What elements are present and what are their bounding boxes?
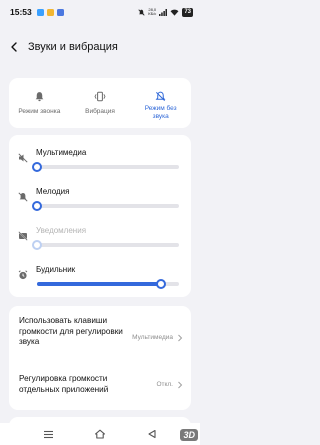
wifi-icon <box>170 9 179 16</box>
volume-card: Мультимедиа Мелодия Уведомления Будильни… <box>9 135 191 297</box>
home-button[interactable] <box>93 427 107 441</box>
notification-app-icon <box>36 8 44 16</box>
volume-row-alarm: Будильник <box>9 254 191 294</box>
menu-icon <box>43 430 53 438</box>
app-volume-value: Откл. <box>156 381 173 388</box>
volume-row-ringtone: Мелодия <box>9 176 191 216</box>
mode-vibration[interactable]: Вибрация <box>70 78 131 128</box>
header: Звуки и вибрация <box>0 34 200 60</box>
slider-handle[interactable] <box>32 201 42 211</box>
notification-app-icon <box>46 8 54 16</box>
status-right: 28,0 КБ/с 73 <box>138 7 193 17</box>
app-volume-label: Регулировка громкости отдельных приложен… <box>19 374 109 394</box>
volume-slider-alarm[interactable] <box>37 279 179 289</box>
volume-label-alarm: Будильник <box>36 265 76 274</box>
status-time: 15:53 <box>10 7 32 17</box>
chevron-left-icon <box>11 42 17 52</box>
volume-row-media: Мультимедиа <box>9 137 191 177</box>
bell-icon <box>32 89 46 103</box>
notification-app-icon <box>56 8 64 16</box>
volume-label-media: Мультимедиа <box>36 148 87 157</box>
network-speed: 28,0 КБ/с <box>148 7 157 16</box>
home-icon <box>94 429 106 439</box>
status-left: 15:53 <box>10 7 64 17</box>
chevron-right-icon <box>178 381 183 389</box>
slider-handle[interactable] <box>155 279 166 289</box>
back-button[interactable] <box>0 34 28 60</box>
slider-handle[interactable] <box>32 162 42 172</box>
signal-icon <box>159 8 168 16</box>
volume-label-notifications: Уведомления <box>36 226 87 235</box>
volume-keys-label: Использовать клавиши громкости для регул… <box>19 316 123 346</box>
battery-indicator: 73 <box>182 7 193 17</box>
speaker-muted-icon <box>18 153 28 163</box>
menu-button[interactable] <box>41 427 55 441</box>
watermark-text: 3D <box>180 429 198 441</box>
volume-label-ringtone: Мелодия <box>36 187 70 196</box>
bell-muted-icon <box>154 89 168 103</box>
settings-row-volume-keys[interactable]: Использовать клавиши громкости для регул… <box>9 306 191 370</box>
volume-fill <box>37 282 161 286</box>
mode-ring[interactable]: Режим звонка <box>9 78 70 128</box>
mode-ring-label: Режим звонка <box>18 108 61 115</box>
settings-row-app-volume[interactable]: Регулировка громкости отдельных приложен… <box>9 370 191 410</box>
volume-keys-value: Мультимедиа <box>132 334 173 341</box>
vibration-icon <box>93 89 107 103</box>
mode-vibration-label: Вибрация <box>85 108 115 115</box>
bell-muted-icon <box>18 192 28 202</box>
back-triangle-icon <box>148 429 156 439</box>
settings-card: Использовать клавиши громкости для регул… <box>9 306 191 410</box>
volume-slider-notifications <box>32 240 179 250</box>
slider-handle <box>32 240 42 250</box>
volume-slider-media[interactable] <box>32 162 179 172</box>
sound-mode-card: Режим звонка Вибрация Режим без звука <box>9 78 191 128</box>
page-title: Звуки и вибрация <box>28 41 118 53</box>
volume-row-notifications: Уведомления <box>9 215 191 255</box>
chevron-right-icon <box>178 334 183 342</box>
mode-silent[interactable]: Режим без звука <box>130 78 191 128</box>
notification-muted-icon <box>18 231 28 241</box>
watermark-logo: 3D <box>160 427 198 443</box>
status-bar: 15:53 28,0 КБ/с 73 <box>0 0 200 24</box>
back-nav-button[interactable] <box>145 427 159 441</box>
volume-slider-ringtone[interactable] <box>32 201 179 211</box>
bell-muted-status-icon <box>138 8 145 16</box>
mode-silent-label: Режим без звука <box>144 105 177 120</box>
alarm-clock-icon <box>18 270 28 280</box>
